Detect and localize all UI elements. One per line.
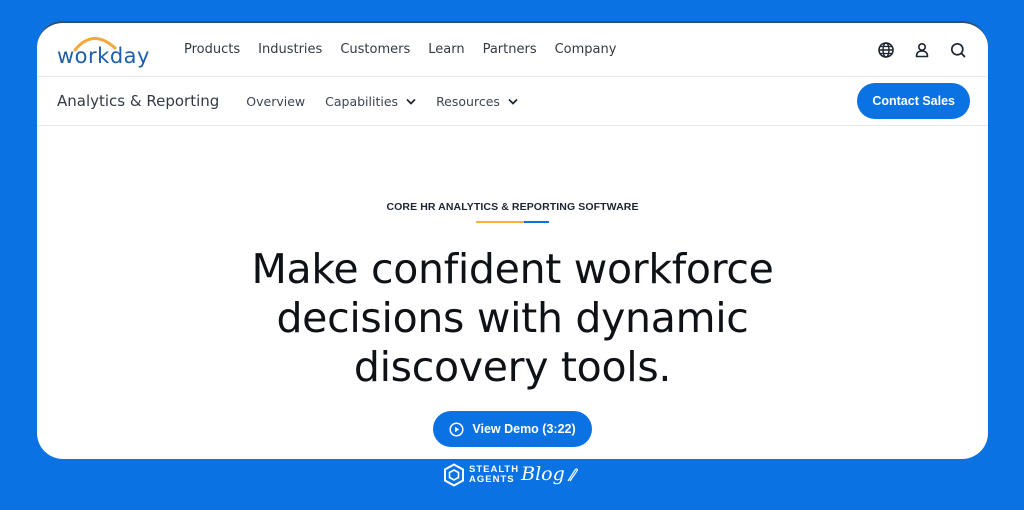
search-icon[interactable]	[948, 40, 968, 60]
hero-eyebrow: CORE HR ANALYTICS & REPORTING SOFTWARE	[386, 201, 639, 213]
eyebrow-underline	[37, 221, 988, 223]
nav-customers[interactable]: Customers	[340, 42, 410, 57]
user-icon[interactable]	[912, 40, 932, 60]
subnav-title[interactable]: Analytics & Reporting	[57, 92, 219, 110]
globe-icon[interactable]	[876, 40, 896, 60]
brand-line-2: AGENTS	[469, 474, 515, 485]
subnav-capabilities[interactable]: Capabilities	[325, 94, 416, 109]
hero-section: CORE HR ANALYTICS & REPORTING SOFTWARE M…	[37, 201, 988, 447]
nav-partners[interactable]: Partners	[483, 42, 537, 57]
view-demo-button[interactable]: View Demo (3:22)	[433, 411, 592, 447]
workday-logo[interactable]: workday	[57, 30, 157, 70]
play-circle-icon	[449, 421, 464, 437]
subnav-overview-label: Overview	[246, 93, 306, 109]
underline-yellow	[476, 221, 524, 223]
subnav-resources[interactable]: Resources	[436, 94, 518, 109]
product-subnav: Analytics & Reporting Overview Capabilit…	[37, 77, 988, 126]
logo-text: workday	[57, 43, 150, 68]
nav-products[interactable]: Products	[184, 42, 240, 57]
hero-headline: Make confident workforce decisions with …	[251, 245, 774, 391]
subnav-resources-label: Resources	[436, 93, 500, 109]
contact-sales-button[interactable]: Contact Sales	[857, 83, 970, 119]
stealth-agents-hex-icon	[444, 463, 464, 487]
nav-learn[interactable]: Learn	[428, 42, 464, 57]
nav-company[interactable]: Company	[555, 42, 617, 57]
chevron-down-icon	[508, 98, 518, 105]
underline-blue	[524, 221, 549, 223]
chevron-down-icon	[406, 98, 416, 105]
top-navigation: workday Products Industries Customers Le…	[37, 23, 988, 77]
pen-nib-icon	[567, 468, 578, 482]
page-card: workday Products Industries Customers Le…	[37, 21, 988, 459]
brand-script: Blog	[521, 463, 565, 485]
subnav-overview[interactable]: Overview	[246, 94, 305, 109]
stealth-agents-blog-logo: STEALTH AGENTS Blog	[443, 463, 579, 487]
view-demo-label: View Demo (3:22)	[472, 422, 576, 436]
subnav-capabilities-label: Capabilities	[325, 93, 399, 109]
nav-industries[interactable]: Industries	[258, 42, 322, 57]
